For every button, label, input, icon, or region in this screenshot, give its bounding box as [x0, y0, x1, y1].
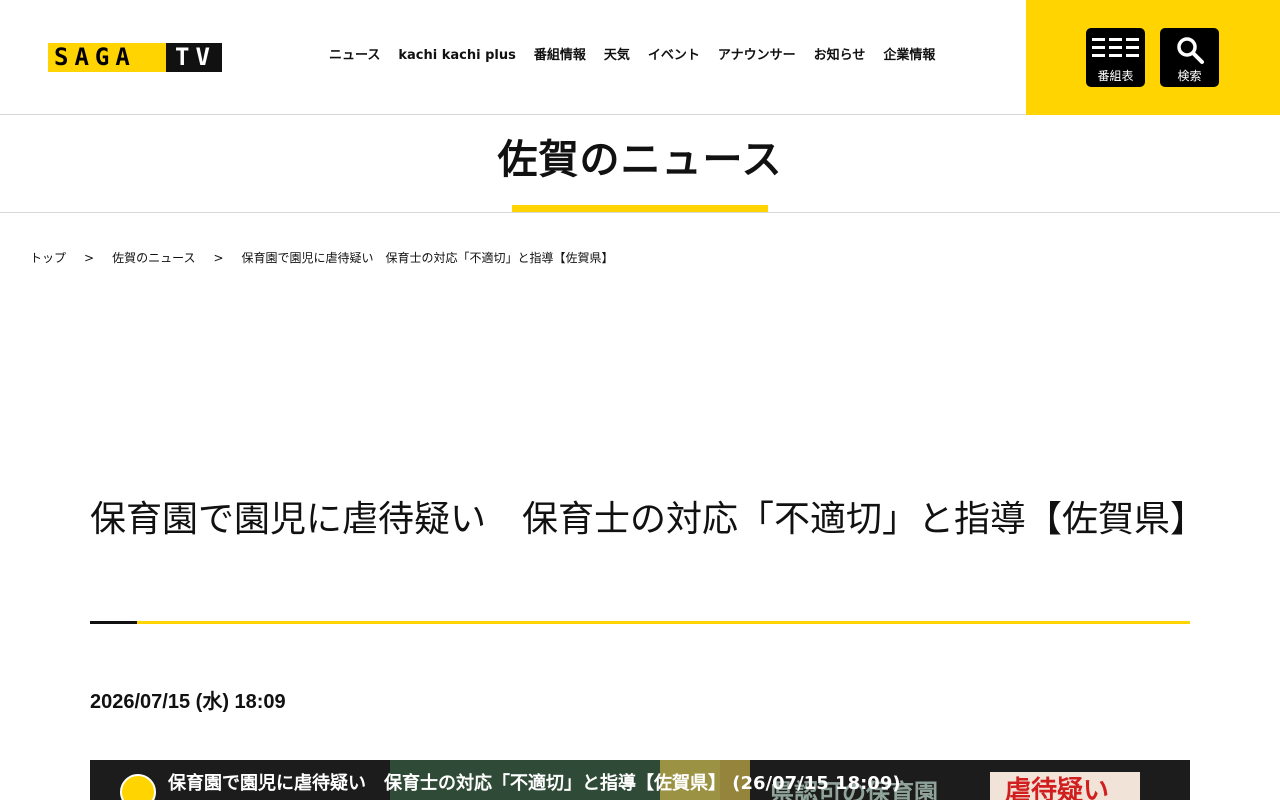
nav-events[interactable]: イベント [648, 47, 700, 65]
search-icon [1176, 37, 1204, 64]
header-utility-panel: 番組表 検索 [1026, 0, 1280, 115]
nav-weather[interactable]: 天気 [604, 47, 630, 65]
breadcrumb-top[interactable]: トップ [30, 249, 66, 267]
logo-tv-text: TV [166, 43, 222, 72]
section-title: 佐賀のニュース [497, 137, 783, 183]
logo-saga-text: SAGA [48, 43, 166, 72]
nav-news[interactable]: ニュース [329, 47, 380, 65]
video-player[interactable]: 県認可の保育園 虐待疑い 保育園で園児に虐待疑い 保育士の対応「不適切」と指導【… [90, 760, 1190, 800]
program-list-icon [1091, 38, 1139, 57]
breadcrumb-separator: > [84, 251, 95, 265]
nav-company[interactable]: 企業情報 [883, 47, 935, 65]
video-title[interactable]: 保育園で園児に虐待疑い 保育士の対応「不適切」と指導【佐賀県】 (26/07/1… [168, 772, 901, 796]
global-nav: ニュース kachi kachi plus 番組情報 天気 イベント アナウンサ… [329, 47, 953, 65]
video-overlay-text: 虐待疑い [1005, 776, 1110, 800]
search-label: 検索 [1177, 69, 1202, 83]
article-title-rule-accent [90, 621, 137, 624]
article-title: 保育園で園児に虐待疑い 保育士の対応「不適切」と指導【佐賀県】 [90, 499, 1207, 540]
channel-avatar[interactable] [120, 774, 156, 800]
nav-announcers[interactable]: アナウンサー [718, 47, 796, 65]
nav-notices[interactable]: お知らせ [814, 47, 866, 65]
nav-kachikachi-plus[interactable]: kachi kachi plus [398, 47, 515, 65]
section-header: 佐賀のニュース [0, 116, 1280, 213]
site-logo[interactable]: SAGA TV [48, 43, 222, 72]
article-date: 2026/07/15 (水) 18:09 [90, 691, 286, 713]
nav-programs[interactable]: 番組情報 [534, 47, 586, 65]
article-title-rule [90, 621, 1190, 624]
program-guide-button[interactable]: 番組表 [1086, 28, 1145, 87]
breadcrumb-saga-news[interactable]: 佐賀のニュース [112, 249, 195, 267]
breadcrumb: トップ > 佐賀のニュース > 保育園で園児に虐待疑い 保育士の対応「不適切」と… [30, 249, 614, 267]
search-button[interactable]: 検索 [1160, 28, 1219, 87]
breadcrumb-separator: > [213, 251, 224, 265]
program-guide-label: 番組表 [1097, 69, 1134, 83]
breadcrumb-current: 保育園で園児に虐待疑い 保育士の対応「不適切」と指導【佐賀県】 [241, 251, 614, 265]
site-header: SAGA TV ニュース kachi kachi plus 番組情報 天気 イベ… [0, 0, 1280, 115]
section-title-underline [512, 205, 768, 212]
